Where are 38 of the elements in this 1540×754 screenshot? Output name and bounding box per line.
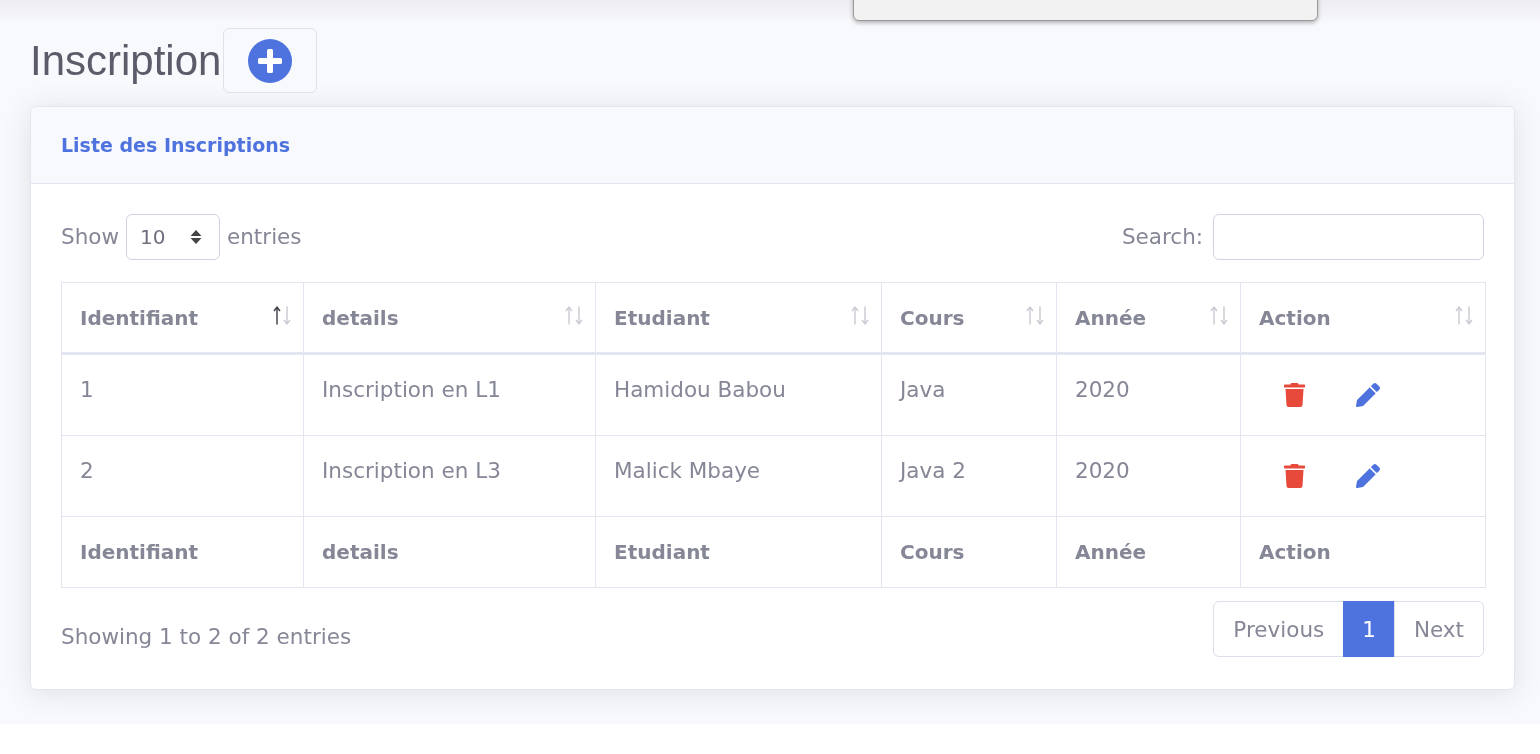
entries-info: Showing 1 to 2 of 2 entries [61,623,352,651]
entries-select[interactable]: 10 [126,214,220,260]
table-cell: 1 [61,353,304,436]
column-footer: details [303,516,596,588]
table-cell: Inscription en L3 [303,435,596,517]
table-cell: 2020 [1056,353,1241,436]
column-footer: Etudiant [595,516,882,588]
column-header[interactable]: Etudiant [595,282,882,354]
table-cell: Java [881,353,1057,436]
column-header[interactable]: Action [1240,282,1486,354]
page-button[interactable]: 1 [1343,601,1395,657]
column-footer: Action [1240,516,1486,588]
trash-icon [1283,383,1305,407]
entries-label: entries [227,223,302,251]
column-header[interactable]: details [303,282,596,354]
card-title: Liste des Inscriptions [61,133,291,158]
column-header[interactable]: Cours [881,282,1057,354]
search-field[interactable] [1213,214,1484,260]
table-cell: Malick Mbaye [595,435,882,517]
column-header[interactable]: Identifiant [61,282,304,354]
search-label: Search: [1121,223,1203,251]
table-cell: 2020 [1056,435,1241,517]
pencil-icon [1356,464,1380,488]
page-title: Inscription [30,35,222,86]
show-label: Show [61,223,119,251]
pencil-icon [1356,383,1380,407]
plus-circle-icon [248,38,293,83]
table-cell: 2 [61,435,304,517]
trash-icon [1283,464,1305,488]
column-footer: Identifiant [61,516,304,588]
column-footer: Cours [881,516,1057,588]
table-cell: Java 2 [881,435,1057,517]
up-down-caret-icon [190,229,202,245]
column-header[interactable]: Année [1056,282,1241,354]
table-cell: Inscription en L1 [303,353,596,436]
table-cell: Hamidou Babou [595,353,882,436]
add-button[interactable] [223,28,318,93]
column-footer: Année [1056,516,1241,588]
